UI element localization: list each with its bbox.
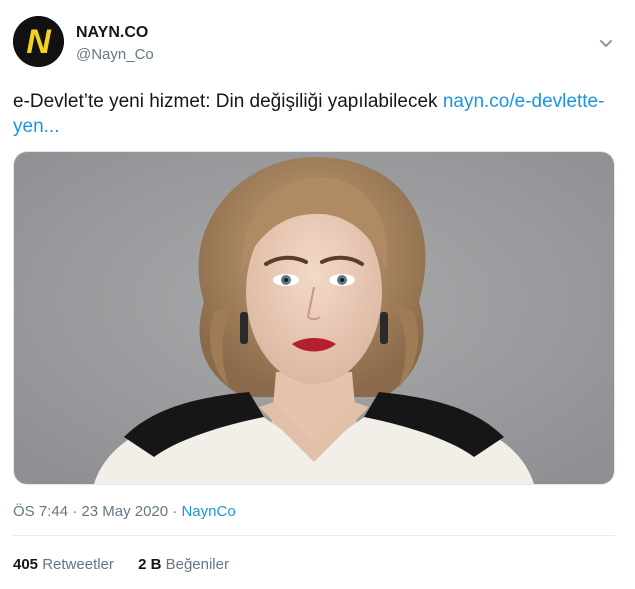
meta-separator: · bbox=[68, 503, 82, 520]
tweet-source[interactable]: NaynCo bbox=[181, 503, 235, 520]
tweet-text: e-Devlet’te yeni hizmet: Din değişiliği … bbox=[13, 89, 613, 139]
tweet-photo[interactable] bbox=[13, 151, 615, 485]
tweet-meta: ÖS 7:44 · 23 May 2020 · NaynCo bbox=[13, 503, 236, 520]
chevron-down-icon[interactable] bbox=[597, 37, 615, 51]
divider bbox=[13, 535, 615, 536]
logo-letter: N bbox=[26, 23, 52, 61]
tweet-date[interactable]: 23 May 2020 bbox=[81, 503, 168, 520]
retweets-stat[interactable]: 405 Retweetler bbox=[13, 556, 114, 573]
likes-stat[interactable]: 2 B Beğeniler bbox=[138, 556, 229, 573]
retweets-label: Retweetler bbox=[42, 556, 114, 573]
likes-count: 2 B bbox=[138, 556, 162, 573]
avatar[interactable]: N bbox=[13, 16, 64, 67]
portrait-image bbox=[14, 152, 614, 484]
display-name[interactable]: NAYN.CO bbox=[76, 24, 148, 42]
nayn-logo: N bbox=[13, 16, 64, 67]
likes-label: Beğeniler bbox=[165, 556, 229, 573]
tweet-stats: 405 Retweetler 2 B Beğeniler bbox=[13, 556, 249, 573]
tweet-body: e-Devlet’te yeni hizmet: Din değişiliği … bbox=[13, 91, 443, 112]
retweets-count: 405 bbox=[13, 556, 39, 573]
meta-separator: · bbox=[168, 503, 182, 520]
tweet-time[interactable]: ÖS 7:44 bbox=[13, 503, 68, 520]
user-handle[interactable]: @Nayn_Co bbox=[76, 46, 154, 63]
